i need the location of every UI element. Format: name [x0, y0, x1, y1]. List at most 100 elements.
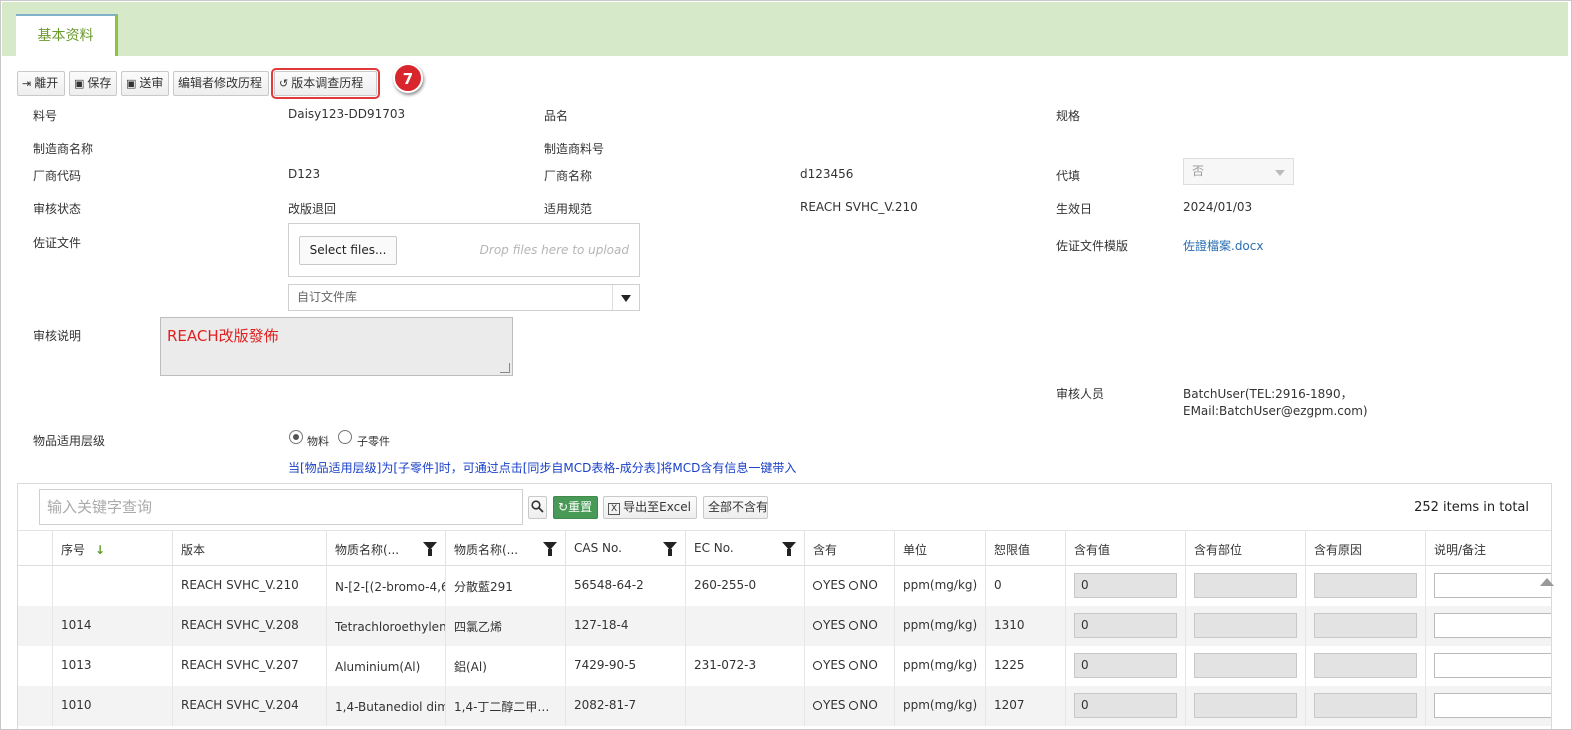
- content-reason-input[interactable]: [1314, 693, 1417, 718]
- editor-history-button[interactable]: 编辑者修改历程: [173, 71, 269, 96]
- drop-hint: Drop files here to upload: [479, 243, 629, 257]
- search-button[interactable]: [528, 496, 547, 519]
- file-dropzone[interactable]: Select files... Drop files here to uploa…: [288, 223, 640, 277]
- col-threshold[interactable]: 恕限值: [985, 531, 1065, 567]
- review-note-textarea[interactable]: REACH改版發佈: [160, 317, 513, 376]
- custom-library-select[interactable]: 自订文件库: [288, 284, 640, 311]
- submit-label: 送审: [139, 76, 164, 90]
- radio-no[interactable]: [849, 581, 859, 590]
- radio-no[interactable]: [849, 661, 859, 670]
- content-reason-input[interactable]: [1314, 573, 1417, 598]
- content-part-input[interactable]: [1194, 653, 1297, 678]
- table-row[interactable]: REACH SVHC_V.210 N-[2-[(2-bromo-4,6- 分散藍…: [18, 566, 1551, 606]
- col-cas[interactable]: CAS No.: [565, 531, 685, 567]
- content-part-input[interactable]: [1194, 613, 1297, 638]
- col-cas-label: CAS No.: [574, 541, 622, 555]
- export-excel-button[interactable]: X 导出至Excel: [603, 496, 697, 519]
- cell-remarks: [1425, 646, 1551, 686]
- submit-button[interactable]: ▣ 送审: [121, 71, 169, 96]
- col-content-value[interactable]: 含有值: [1065, 531, 1185, 567]
- excel-icon: X: [608, 503, 621, 515]
- cell-content-reason: [1305, 566, 1425, 606]
- vendor-name-label: 厂商名称: [544, 169, 593, 183]
- filter-icon[interactable]: [423, 542, 437, 556]
- items-total: 252 items in total: [1414, 500, 1529, 515]
- table-row[interactable]: 1013 REACH SVHC_V.207 Aluminium(Al) 鋁(Al…: [18, 646, 1551, 686]
- floppy-icon: ▣: [74, 77, 85, 90]
- radio-yes[interactable]: [813, 701, 822, 710]
- cell-ec: [685, 686, 804, 726]
- col-version[interactable]: 版本: [172, 531, 326, 567]
- col-content-part[interactable]: 含有部位: [1185, 531, 1305, 567]
- cell-cas: 7429-90-5: [565, 646, 685, 686]
- fill-on-behalf-select[interactable]: 否: [1183, 158, 1294, 185]
- table-row[interactable]: 1014 REACH SVHC_V.208 Tetrachloroethylen…: [18, 606, 1551, 646]
- cell-content-reason: [1305, 646, 1425, 686]
- resize-grip-icon[interactable]: [500, 363, 510, 373]
- remarks-input[interactable]: [1434, 613, 1551, 638]
- version-history-label: 版本调查历程: [291, 76, 364, 90]
- cell-content-value: 0: [1065, 566, 1185, 606]
- radio-yes[interactable]: [813, 661, 822, 670]
- content-value-input[interactable]: 0: [1074, 573, 1177, 598]
- col-content-reason[interactable]: 含有原因: [1305, 531, 1425, 567]
- cell-ec: 260-255-0: [685, 566, 804, 606]
- leave-button[interactable]: ⇥ 離开: [17, 71, 65, 96]
- cell-remarks: [1425, 686, 1551, 726]
- radio-yes[interactable]: [813, 621, 822, 630]
- radio-no[interactable]: [849, 621, 859, 630]
- cell-unit: ppm(mg/kg): [894, 606, 985, 646]
- filter-icon[interactable]: [543, 542, 557, 556]
- col-remarks[interactable]: 说明/备注: [1425, 531, 1551, 567]
- cell-name-en: N-[2-[(2-bromo-4,6-: [326, 566, 445, 606]
- cell-seq: 1010: [52, 686, 172, 726]
- content-reason-input[interactable]: [1314, 653, 1417, 678]
- none-contained-button[interactable]: 全部不含有: [703, 496, 768, 519]
- remarks-input[interactable]: [1434, 693, 1551, 718]
- select-files-button[interactable]: Select files...: [299, 236, 397, 265]
- col-seq[interactable]: 序号 ↓: [52, 531, 172, 567]
- cell-version: REACH SVHC_V.210: [172, 566, 326, 606]
- cell-unit: ppm(mg/kg): [894, 686, 985, 726]
- yes-label: YES: [823, 698, 846, 712]
- radio-yes[interactable]: [813, 581, 822, 590]
- col-ec[interactable]: EC No.: [685, 531, 804, 567]
- filter-icon[interactable]: [663, 542, 677, 556]
- col-name-zh[interactable]: 物质名称(...: [445, 531, 565, 567]
- part-no-label: 料号: [33, 109, 58, 123]
- level-radio-subpart[interactable]: [338, 430, 352, 444]
- floppy-icon: ▣: [126, 77, 137, 90]
- col-contain[interactable]: 含有: [804, 531, 894, 567]
- evidence-template-link[interactable]: 佐證檔案.docx: [1183, 237, 1263, 254]
- grid-search-input[interactable]: 输入关键字查询: [39, 489, 523, 525]
- reset-button[interactable]: ↻重置: [553, 496, 598, 519]
- scroll-up-arrow-icon[interactable]: [1540, 578, 1554, 586]
- regulation-label: 适用规范: [544, 202, 593, 216]
- content-value-input[interactable]: 0: [1074, 613, 1177, 638]
- level-radio-material[interactable]: [289, 430, 303, 444]
- filter-icon[interactable]: [782, 542, 796, 556]
- content-value-input[interactable]: 0: [1074, 653, 1177, 678]
- tab-basic-info[interactable]: 基本资料: [16, 14, 118, 56]
- cell-name-en: Aluminium(Al): [326, 646, 445, 686]
- cell-name-zh: 1,4-丁二醇二甲…: [445, 686, 565, 726]
- col-name-en[interactable]: 物质名称(...: [326, 531, 445, 567]
- content-part-input[interactable]: [1194, 573, 1297, 598]
- content-reason-input[interactable]: [1314, 613, 1417, 638]
- table-row[interactable]: 1010 REACH SVHC_V.204 1,4-Butanediol dim…: [18, 686, 1551, 726]
- cell-threshold: 1310: [985, 606, 1065, 646]
- evidence-template-label: 佐证文件模版: [1056, 239, 1129, 253]
- cell-threshold: 0: [985, 566, 1065, 606]
- level-material-label: 物料: [307, 435, 329, 448]
- exit-icon: ⇥: [22, 77, 32, 90]
- version-history-button[interactable]: ↺ 版本调查历程: [271, 68, 380, 99]
- content-part-input[interactable]: [1194, 693, 1297, 718]
- radio-no[interactable]: [849, 701, 859, 710]
- col-unit[interactable]: 单位: [894, 531, 985, 567]
- mfr-name-label: 制造商名称: [33, 142, 94, 156]
- remarks-input[interactable]: [1434, 573, 1551, 598]
- save-button[interactable]: ▣ 保存: [69, 71, 117, 96]
- content-value-input[interactable]: 0: [1074, 693, 1177, 718]
- cell-remarks: [1425, 566, 1551, 606]
- remarks-input[interactable]: [1434, 653, 1551, 678]
